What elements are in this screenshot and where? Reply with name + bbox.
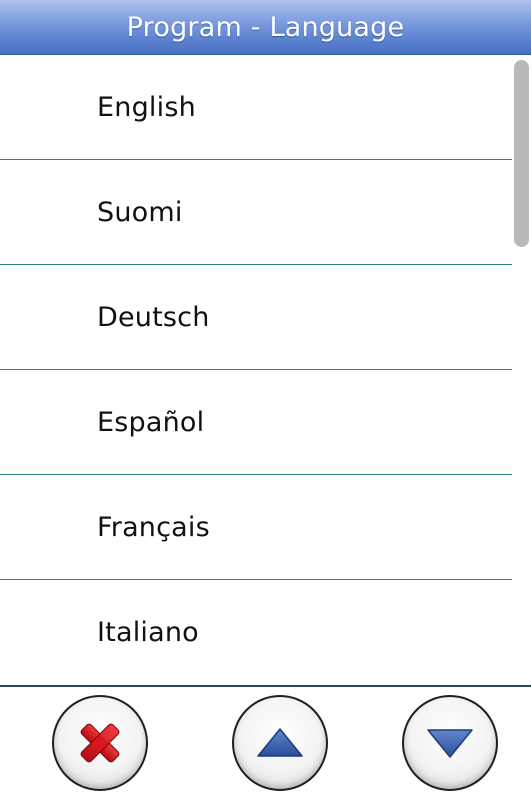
language-label: Suomi [97,196,183,228]
language-item-espanol[interactable]: Español [0,370,512,475]
bottom-toolbar [0,687,531,792]
triangle-up-icon [255,726,305,760]
language-label: Français [97,511,210,543]
close-x-icon [75,718,125,768]
scroll-down-button[interactable] [402,695,498,791]
language-label: Español [97,406,205,438]
language-list-area: English Suomi Deutsch Español Français I… [0,55,512,686]
page-title: Program - Language [126,11,405,43]
triangle-down-icon [425,726,475,760]
title-bar: Program - Language [0,0,531,55]
language-item-francais[interactable]: Français [0,475,512,580]
language-label: Italiano [97,617,199,648]
scroll-up-button[interactable] [232,695,328,791]
language-item-deutsch[interactable]: Deutsch [0,265,512,370]
scrollbar-thumb[interactable] [514,60,529,247]
language-label: Deutsch [97,301,210,333]
language-settings-screen: Program - Language English Suomi Deutsch… [0,0,531,792]
language-item-suomi[interactable]: Suomi [0,160,512,265]
language-list: English Suomi Deutsch Español Français I… [0,55,512,685]
language-item-italiano[interactable]: Italiano [0,580,512,685]
language-item-english[interactable]: English [0,55,512,160]
scrollbar-track[interactable] [512,55,531,686]
cancel-button[interactable] [52,695,148,791]
language-label: English [97,91,196,123]
